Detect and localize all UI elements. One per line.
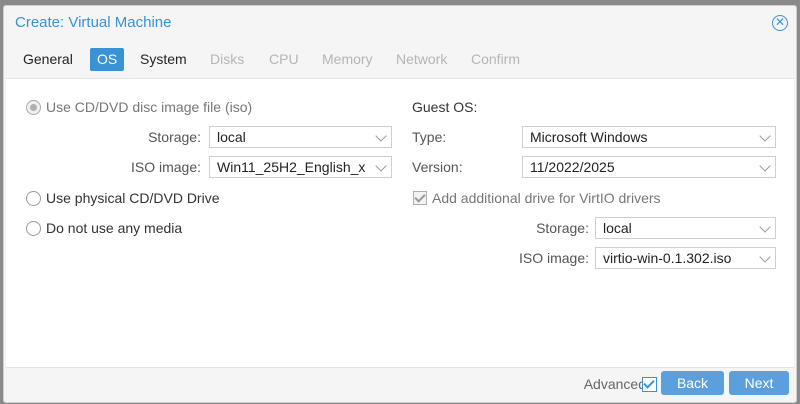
virtio-iso-label: ISO image: bbox=[518, 250, 589, 266]
no-media-option[interactable]: Do not use any media bbox=[26, 220, 182, 236]
iso-image-value: Win11_25H2_English_x64 bbox=[217, 159, 365, 175]
chevron-down-icon bbox=[759, 221, 771, 233]
iso-option-label: Use CD/DVD disc image file (iso) bbox=[46, 99, 253, 115]
tab-network: Network bbox=[396, 51, 448, 67]
dialog-titlebar: Create: Virtual Machine ✕ bbox=[4, 6, 796, 42]
os-panel: Use CD/DVD disc image file (iso) Storage… bbox=[6, 78, 794, 368]
no-media-radio[interactable] bbox=[26, 220, 41, 236]
iso-option[interactable]: Use CD/DVD disc image file (iso) bbox=[26, 99, 252, 115]
dialog-title: Create: Virtual Machine bbox=[15, 14, 172, 31]
tab-general[interactable]: General bbox=[16, 48, 80, 71]
virtio-option[interactable]: Add additional drive for VirtIO drivers bbox=[413, 190, 661, 206]
iso-image-select[interactable]: Win11_25H2_English_x64 bbox=[209, 156, 392, 178]
virtio-iso-value: virtio-win-0.1.302.iso bbox=[603, 250, 732, 266]
os-type-value: Microsoft Windows bbox=[530, 129, 648, 145]
next-button[interactable]: Next bbox=[729, 371, 789, 395]
storage-label: Storage: bbox=[148, 129, 201, 145]
os-type-select[interactable]: Microsoft Windows bbox=[522, 126, 776, 148]
virtio-storage-select[interactable]: local bbox=[595, 217, 776, 239]
virtio-label: Add additional drive for VirtIO drivers bbox=[432, 190, 661, 206]
create-vm-dialog: Create: Virtual Machine ✕ General OS Sys… bbox=[3, 5, 797, 403]
physical-drive-radio[interactable] bbox=[26, 190, 41, 206]
tab-system[interactable]: System bbox=[133, 48, 194, 71]
virtio-storage-value: local bbox=[603, 220, 632, 236]
storage-value: local bbox=[217, 129, 246, 145]
virtio-storage-label: Storage: bbox=[536, 220, 589, 236]
advanced-checkbox[interactable] bbox=[642, 377, 657, 392]
physical-drive-label: Use physical CD/DVD Drive bbox=[46, 190, 220, 206]
os-version-select[interactable]: 11/2022/2025 bbox=[522, 156, 776, 178]
chevron-down-icon bbox=[759, 251, 771, 263]
tab-disks: Disks bbox=[210, 51, 245, 67]
physical-drive-option[interactable]: Use physical CD/DVD Drive bbox=[26, 190, 219, 206]
tab-memory: Memory bbox=[322, 51, 373, 67]
chevron-down-icon bbox=[375, 160, 387, 172]
chevron-down-icon bbox=[375, 130, 387, 142]
virtio-checkbox[interactable] bbox=[413, 191, 427, 205]
tab-os[interactable]: OS bbox=[90, 48, 125, 71]
virtio-iso-select[interactable]: virtio-win-0.1.302.iso bbox=[595, 247, 776, 269]
tab-confirm: Confirm bbox=[471, 51, 521, 67]
close-icon[interactable]: ✕ bbox=[772, 15, 788, 31]
type-label: Type: bbox=[412, 129, 447, 145]
dialog-footer: Advanced Back Next bbox=[4, 366, 796, 402]
guest-os-heading: Guest OS: bbox=[412, 99, 478, 115]
back-button[interactable]: Back bbox=[661, 371, 724, 395]
iso-image-label: ISO image: bbox=[130, 159, 201, 175]
os-version-value: 11/2022/2025 bbox=[530, 159, 615, 175]
tab-cpu: CPU bbox=[269, 51, 299, 67]
version-label: Version: bbox=[412, 159, 463, 175]
advanced-label: Advanced bbox=[583, 376, 646, 392]
wizard-tabs: General OS System Disks CPU Memory Netwo… bbox=[4, 42, 796, 78]
storage-select[interactable]: local bbox=[209, 126, 392, 148]
no-media-label: Do not use any media bbox=[46, 220, 183, 236]
chevron-down-icon bbox=[759, 130, 771, 142]
iso-radio[interactable] bbox=[26, 99, 41, 115]
chevron-down-icon bbox=[759, 160, 771, 172]
